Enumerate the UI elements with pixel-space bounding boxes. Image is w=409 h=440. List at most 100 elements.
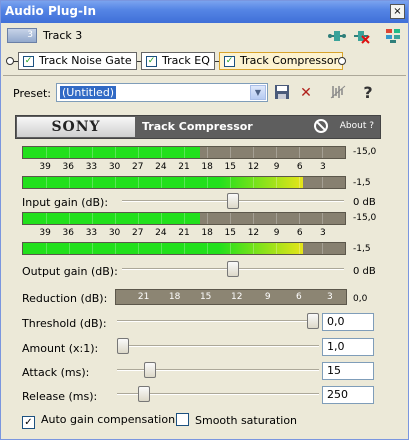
output-gain-slider[interactable] — [122, 261, 344, 279]
close-button[interactable]: × — [390, 4, 405, 19]
meter-tick — [276, 147, 277, 158]
scale-label: 30 — [108, 162, 121, 172]
plugin-noise-gate[interactable]: ✓ Track Noise Gate — [18, 52, 137, 70]
slider-thumb[interactable] — [117, 338, 129, 354]
output-meter-right — [22, 242, 346, 255]
threshold-label: Threshold (dB): — [22, 317, 107, 330]
slider-track — [117, 345, 319, 347]
auto-gain-checkbox[interactable]: ✓ Auto gain compensation — [22, 413, 175, 429]
reduction-label: Reduction (dB): — [22, 292, 108, 305]
bypass-toggle-icon[interactable] — [314, 119, 328, 133]
output-gain-value: 0 dB — [353, 266, 376, 277]
meter-tick — [138, 243, 139, 254]
meter-tick — [299, 243, 300, 254]
meter-tick — [253, 147, 254, 158]
scale-label: 36 — [62, 228, 75, 238]
plugin-compressor[interactable]: ✓ Track Compressor — [219, 52, 344, 70]
scale-label: 3 — [319, 228, 326, 238]
meter-tick — [230, 147, 231, 158]
release-field[interactable]: 250 — [322, 386, 374, 404]
meter-tick — [321, 147, 323, 158]
preset-dropdown[interactable]: (Untitled) ▼ — [56, 83, 268, 102]
meter-tick — [46, 177, 47, 188]
bypass-icon[interactable] — [329, 84, 347, 102]
checkbox-box[interactable]: ✓ — [22, 416, 35, 429]
preset-label: Preset: — [13, 87, 52, 100]
meter-tick — [184, 177, 185, 188]
meter-tick — [253, 213, 254, 224]
window-title: Audio Plug-In — [5, 4, 96, 18]
slider-thumb[interactable] — [307, 313, 319, 329]
plugin-label: Track Compressor — [240, 54, 339, 67]
scale-label: 12 — [247, 228, 260, 238]
output-meter-left-value: -15,0 — [353, 213, 377, 223]
insert-plugin-icon[interactable] — [328, 28, 346, 44]
meter-tick — [46, 243, 47, 254]
input-meter-right — [22, 176, 346, 189]
threshold-slider[interactable] — [117, 313, 319, 331]
save-preset-icon[interactable] — [273, 84, 291, 102]
release-slider[interactable] — [117, 386, 319, 404]
slider-thumb[interactable] — [137, 386, 150, 402]
plugin-eq[interactable]: ✓ Track EQ — [141, 52, 215, 70]
plugin-enable-checkbox[interactable]: ✓ — [224, 56, 235, 67]
auto-gain-label: Auto gain compensation — [41, 413, 176, 426]
slider-thumb[interactable] — [143, 362, 156, 378]
plugin-chain: ✓ Track Noise Gate ✓ Track EQ ✓ Track Co… — [1, 51, 408, 71]
plugin-label: Track Noise Gate — [39, 54, 132, 67]
remove-plugin-icon[interactable] — [352, 28, 370, 44]
attack-field[interactable]: 15 — [322, 362, 374, 380]
input-meter-right-value: -1,5 — [353, 178, 371, 188]
smooth-saturation-label: Smooth saturation — [195, 414, 298, 427]
meter-tick — [115, 177, 116, 188]
plugin-enable-checkbox[interactable]: ✓ — [23, 56, 34, 67]
title-bar[interactable]: Audio Plug-In × — [1, 1, 408, 23]
plugin-chain-icon[interactable] — [385, 28, 403, 44]
meter-fill — [23, 213, 201, 224]
meter-tick — [230, 243, 231, 254]
meter-tick — [276, 243, 277, 254]
scale-label: 15 — [224, 162, 237, 172]
scale-label: 39 — [39, 162, 51, 172]
meter-tick — [46, 147, 47, 158]
scale-label: 12 — [247, 162, 260, 172]
attack-slider[interactable] — [117, 362, 319, 380]
help-icon[interactable]: ? — [359, 84, 377, 102]
chain-end-node — [338, 57, 346, 65]
scale-label: 18 — [201, 162, 213, 172]
meter-tick — [230, 213, 231, 224]
meter-scale: 39 36 33 30 27 24 21 18 15 12 9 6 3 — [22, 161, 346, 175]
meter-tick — [230, 177, 231, 188]
scale-label: 30 — [108, 228, 121, 238]
amount-field[interactable]: 1,0 — [322, 338, 374, 356]
slider-thumb[interactable] — [227, 261, 239, 277]
meter-tick — [321, 177, 323, 188]
input-meter-left — [22, 146, 346, 159]
scale-label: 9 — [273, 228, 280, 238]
meter-tick — [115, 213, 116, 224]
about-link[interactable]: About ? — [340, 121, 374, 131]
output-gain-label: Output gain (dB): — [22, 265, 118, 278]
scale-label: 27 — [131, 162, 144, 172]
preset-row: Preset: (Untitled) ▼ ✕ ? — [1, 81, 408, 105]
plugin-enable-checkbox[interactable]: ✓ — [146, 56, 157, 67]
scale-label: 15 — [224, 228, 237, 238]
meter-tick — [207, 243, 208, 254]
output-meter-right-value: -1,5 — [353, 244, 371, 254]
checkbox-box[interactable] — [176, 413, 189, 426]
meter-tick — [253, 243, 254, 254]
scale-label: 24 — [155, 228, 167, 238]
meter-tick — [161, 147, 162, 158]
amount-slider[interactable] — [117, 338, 319, 356]
scale-label: 24 — [155, 162, 167, 172]
threshold-field[interactable]: 0,0 — [322, 313, 374, 331]
slider-thumb[interactable] — [227, 193, 239, 209]
input-gain-slider[interactable] — [122, 193, 344, 211]
scale-label: 33 — [85, 162, 98, 172]
scale-label: 36 — [62, 162, 75, 172]
delete-preset-icon[interactable]: ✕ — [297, 84, 315, 102]
smooth-saturation-checkbox[interactable]: Smooth saturation — [176, 413, 297, 427]
chevron-down-icon[interactable]: ▼ — [250, 85, 266, 100]
scale-label: 9 — [273, 162, 280, 172]
scale-label: 33 — [85, 228, 98, 238]
